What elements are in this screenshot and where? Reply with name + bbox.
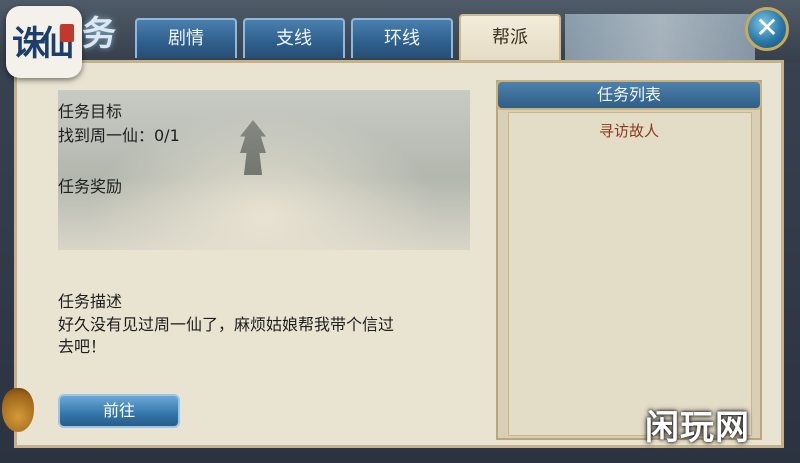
game-logo: 诛仙 xyxy=(6,6,82,78)
objective-heading: 任务目标 xyxy=(58,102,123,121)
objective-text: 找到周一仙：0/1 xyxy=(58,126,180,145)
task-list-body xyxy=(508,112,752,436)
gourd-icon xyxy=(2,388,34,432)
tab-story[interactable]: 剧情 xyxy=(135,18,237,58)
tab-loop[interactable]: 环线 xyxy=(351,18,453,58)
logo-seal-icon xyxy=(60,24,74,42)
task-list-header: 任务列表 xyxy=(496,80,762,110)
description-text-line2: 去吧！ xyxy=(58,337,107,356)
close-icon: ✕ xyxy=(755,11,779,44)
tab-side[interactable]: 支线 xyxy=(243,18,345,58)
tab-strip-decoration xyxy=(565,14,755,60)
page-title-glyph: 务 xyxy=(82,14,116,54)
close-button[interactable]: ✕ xyxy=(745,7,789,51)
description-heading: 任务描述 xyxy=(58,292,123,311)
reward-heading: 任务奖励 xyxy=(58,177,123,196)
description-text-line1: 好久没有见过周一仙了，麻烦姑娘帮我带个信过 xyxy=(58,315,395,334)
go-button[interactable]: 前往 xyxy=(58,394,180,428)
task-list-item[interactable]: 寻访故人 xyxy=(508,120,750,141)
watermark: 闲玩网 xyxy=(645,408,750,448)
tab-guild[interactable]: 帮派 xyxy=(459,14,561,60)
